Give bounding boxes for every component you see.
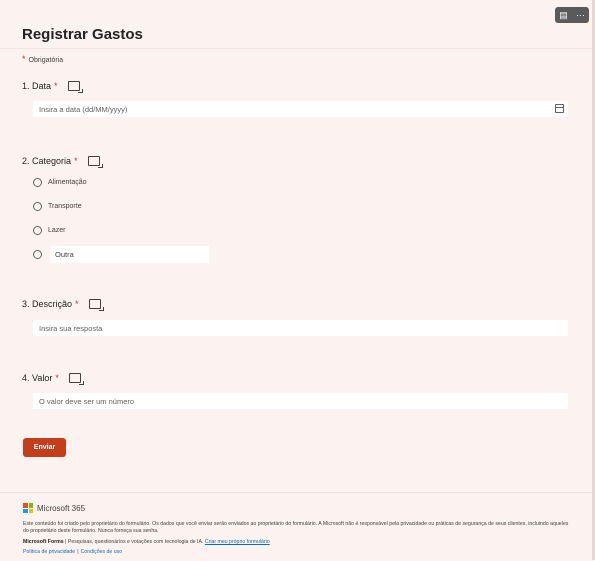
question-title: Data bbox=[32, 81, 52, 91]
submit-button[interactable]: Enviar bbox=[23, 438, 66, 457]
radio-button[interactable] bbox=[33, 202, 42, 211]
radio-button[interactable] bbox=[33, 226, 42, 235]
required-star: * bbox=[54, 81, 58, 91]
description-input[interactable]: Insira sua resposta bbox=[33, 320, 568, 336]
option-label: Lazer bbox=[48, 227, 66, 234]
form-title: Registrar Gastos bbox=[22, 26, 143, 43]
date-input-placeholder: Insira a data (dd/MM/yyyy) bbox=[39, 104, 128, 114]
links-separator: | bbox=[77, 549, 79, 555]
question-number: 1. bbox=[22, 81, 30, 91]
create-form-link[interactable]: Criar meu próprio formulário bbox=[205, 539, 270, 545]
required-star: * bbox=[22, 54, 26, 64]
question-title: Categoria bbox=[32, 156, 72, 166]
description-input-placeholder: Insira sua resposta bbox=[39, 323, 103, 333]
other-option-input[interactable]: Outra bbox=[50, 246, 209, 263]
required-star: * bbox=[55, 373, 59, 383]
value-input[interactable]: O valor deve ser um número bbox=[33, 393, 568, 409]
question-title: Valor bbox=[32, 373, 53, 383]
immersive-reader-icon[interactable] bbox=[87, 156, 103, 168]
radio-button[interactable] bbox=[33, 250, 42, 259]
question-4-label: 4. Valor * bbox=[22, 373, 84, 385]
question-1-label: 1. Data * bbox=[22, 81, 83, 93]
privacy-link[interactable]: Política de privacidade bbox=[23, 549, 75, 555]
footer-disclaimer: Este conteúdo foi criado pelo proprietár… bbox=[23, 521, 569, 534]
immersive-reader-icon[interactable] bbox=[88, 299, 104, 311]
question-title: Descrição bbox=[32, 299, 73, 309]
legal-links: Política de privacidade | Condições de uso bbox=[23, 549, 122, 555]
question-2-label: 2. Categoria * bbox=[22, 156, 103, 168]
required-star: * bbox=[74, 156, 78, 166]
microsoft-logo-icon bbox=[23, 503, 33, 513]
microsoft-365-logo: Microsoft 365 bbox=[23, 503, 85, 513]
question-number: 2. bbox=[22, 156, 30, 166]
option-label: Alimentação bbox=[48, 179, 87, 186]
immersive-reader-icon[interactable]: ▤ bbox=[555, 7, 572, 23]
form-page: ▤ ··· Registrar Gastos * Obrigatória 1. D… bbox=[0, 0, 595, 561]
forms-tagline: Microsoft Forms | Pesquisas, questionári… bbox=[23, 539, 270, 545]
value-input-placeholder: O valor deve ser um número bbox=[39, 396, 135, 406]
brand-name: Microsoft 365 bbox=[37, 503, 86, 513]
option-transporte[interactable]: Transporte bbox=[33, 202, 82, 211]
radio-button[interactable] bbox=[33, 178, 42, 187]
immersive-reader-icon[interactable] bbox=[67, 81, 83, 93]
date-input[interactable]: Insira a data (dd/MM/yyyy) bbox=[33, 101, 568, 117]
other-option-label: Outra bbox=[55, 250, 74, 259]
option-outra[interactable] bbox=[33, 250, 48, 259]
forms-tagline-text: | Pesquisas, questionários e votações co… bbox=[63, 539, 205, 545]
terms-link[interactable]: Condições de uso bbox=[81, 549, 123, 555]
calendar-icon[interactable] bbox=[555, 104, 564, 113]
required-note-text: Obrigatória bbox=[28, 57, 64, 64]
forms-brand: Microsoft Forms bbox=[23, 539, 64, 545]
question-3-label: 3. Descrição * bbox=[22, 299, 104, 311]
required-note: * Obrigatória bbox=[22, 54, 63, 64]
option-label: Transporte bbox=[48, 203, 82, 210]
header-divider bbox=[0, 48, 595, 49]
option-alimentacao[interactable]: Alimentação bbox=[33, 178, 87, 187]
question-number: 3. bbox=[22, 299, 30, 309]
immersive-reader-icon[interactable] bbox=[68, 373, 84, 385]
top-actions-bar: ▤ ··· bbox=[555, 7, 589, 23]
more-options-button[interactable]: ··· bbox=[572, 7, 589, 23]
option-lazer[interactable]: Lazer bbox=[33, 226, 66, 235]
question-number: 4. bbox=[22, 373, 30, 383]
required-star: * bbox=[75, 299, 79, 309]
